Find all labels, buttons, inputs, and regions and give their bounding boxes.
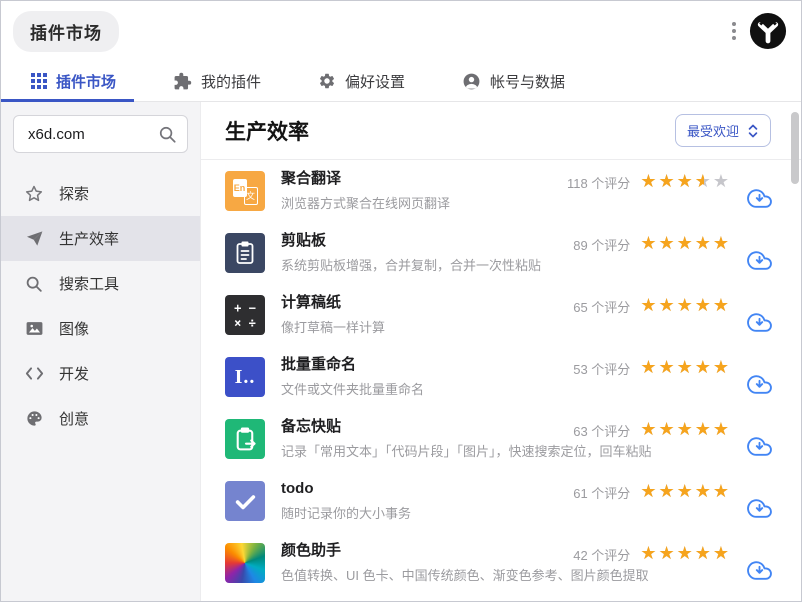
search-input[interactable] bbox=[26, 124, 158, 144]
active-tab-indicator bbox=[1, 99, 134, 102]
header-right bbox=[728, 12, 787, 50]
puzzle-icon bbox=[173, 72, 192, 91]
sidebar-item-search-tools[interactable]: 搜索工具 bbox=[1, 261, 200, 306]
plugin-description: 随时记录你的大小事务 bbox=[281, 506, 412, 521]
plugin-description: 文件或文件夹批量重命名 bbox=[281, 382, 425, 397]
plugin-row[interactable]: todo 随时记录你的大小事务 61 个评分 ★★★★★ ★★★★★ bbox=[201, 470, 801, 532]
plugin-name: 聚合翻译 bbox=[281, 170, 342, 187]
plugin-row[interactable]: 文 En 聚合翻译 浏览器方式聚合在线网页翻译 118 个评分 ★★★★★ ★★★… bbox=[201, 160, 801, 222]
plugin-row[interactable]: 剪贴板 系统剪贴板增强，合并复制，合并一次性粘贴 89 个评分 ★★★★★ ★★… bbox=[201, 222, 801, 284]
memo-paste-icon bbox=[225, 419, 265, 459]
cloud-download-icon[interactable] bbox=[746, 558, 773, 583]
rating-count: 89 个评分 bbox=[573, 237, 631, 253]
plugin-name: 备忘快贴 bbox=[281, 418, 342, 435]
sidebar-item-explore[interactable]: 探索 bbox=[1, 171, 200, 216]
sort-dropdown[interactable]: 最受欢迎 bbox=[674, 114, 771, 147]
sidebar-item-productivity[interactable]: 生产效率 bbox=[1, 216, 200, 261]
star-outline-icon bbox=[24, 184, 44, 204]
rating-count: 65 个评分 bbox=[573, 299, 631, 315]
rating-count: 61 个评分 bbox=[573, 485, 631, 501]
star-rating: ★★★★★ ★★★★★ bbox=[640, 357, 731, 378]
search-icon bbox=[24, 275, 44, 293]
cloud-download-icon[interactable] bbox=[746, 186, 773, 211]
main-header: 生产效率 最受欢迎 bbox=[201, 102, 801, 160]
plugin-description: 色值转换、UI 色卡、中国传统颜色、渐变色参考、图片颜色提取 bbox=[281, 568, 649, 583]
star-rating: ★★★★★ ★★★★★ bbox=[640, 171, 731, 192]
plugin-description: 系统剪贴板增强，合并复制，合并一次性粘贴 bbox=[281, 258, 542, 273]
tab-bar: 插件市场 我的插件 偏好设置 帐号与数据 bbox=[1, 61, 801, 102]
cloud-download-icon[interactable] bbox=[746, 310, 773, 335]
sidebar-item-develop[interactable]: 开发 bbox=[1, 351, 200, 396]
plugin-row[interactable]: 备忘快贴 记录「常用文本」「代码片段」「图片」，快速搜索定位，回车粘贴 63 个… bbox=[201, 408, 801, 470]
plugin-description: 像打草稿一样计算 bbox=[281, 320, 386, 335]
search-icon[interactable] bbox=[158, 125, 177, 144]
app-window: 插件市场 插件市场 我的插件 偏好设置 帐号与数据 x6d.com 探索 生产效… bbox=[0, 0, 802, 602]
sidebar-item-image[interactable]: 图像 bbox=[1, 306, 200, 351]
clipboard-icon bbox=[225, 233, 265, 273]
plugin-name: 计算稿纸 bbox=[281, 294, 342, 311]
palette-icon bbox=[24, 409, 44, 428]
scrollbar-thumb[interactable] bbox=[791, 112, 799, 184]
rating-count: 53 个评分 bbox=[573, 361, 631, 377]
star-rating: ★★★★★ ★★★★★ bbox=[640, 233, 731, 254]
page-title: 生产效率 bbox=[225, 120, 309, 144]
image-icon bbox=[24, 319, 44, 338]
color-wheel-icon bbox=[225, 543, 265, 583]
sidebar: 探索 生产效率 搜索工具 图像 开发 创 bbox=[1, 102, 201, 601]
star-rating: ★★★★★ ★★★★★ bbox=[640, 295, 731, 316]
search-box[interactable] bbox=[13, 115, 188, 153]
plugin-name: 剪贴板 bbox=[281, 232, 327, 249]
plugin-description: 记录「常用文本」「代码片段」「图片」，快速搜索定位，回车粘贴 bbox=[281, 444, 652, 459]
plugin-name: todo bbox=[281, 480, 314, 497]
utools-logo-icon bbox=[749, 12, 787, 50]
gear-icon bbox=[318, 72, 336, 90]
cloud-download-icon[interactable] bbox=[746, 372, 773, 397]
category-nav: 探索 生产效率 搜索工具 图像 开发 创意 bbox=[1, 171, 200, 441]
rating-count: 63 个评分 bbox=[573, 423, 631, 439]
tab-market[interactable]: 插件市场 bbox=[31, 61, 116, 101]
rating-count: 118 个评分 bbox=[566, 175, 631, 191]
app-title-badge: 插件市场 bbox=[13, 10, 119, 52]
tab-preferences[interactable]: 偏好设置 bbox=[318, 61, 405, 101]
cloud-download-icon[interactable] bbox=[746, 248, 773, 273]
cloud-download-icon[interactable] bbox=[746, 434, 773, 459]
plugin-row[interactable]: 颜色助手 色值转换、UI 色卡、中国传统颜色、渐变色参考、图片颜色提取 42 个… bbox=[201, 532, 801, 594]
star-rating: ★★★★★ ★★★★★ bbox=[640, 543, 731, 564]
plugin-row[interactable]: + − × ÷ 计算稿纸 像打草稿一样计算 65 个评分 ★★★★★ ★★★★★ bbox=[201, 284, 801, 346]
kebab-menu-icon[interactable] bbox=[728, 18, 740, 44]
tab-account[interactable]: 帐号与数据 bbox=[462, 61, 565, 101]
tab-my-plugins[interactable]: 我的插件 bbox=[173, 61, 261, 101]
grid-icon bbox=[31, 73, 47, 89]
plugin-name: 批量重命名 bbox=[281, 356, 357, 373]
plugin-list: 文 En 聚合翻译 浏览器方式聚合在线网页翻译 118 个评分 ★★★★★ ★★★… bbox=[201, 160, 801, 601]
sidebar-item-creative[interactable]: 创意 bbox=[1, 396, 200, 441]
star-rating: ★★★★★ ★★★★★ bbox=[640, 481, 731, 502]
star-rating: ★★★★★ ★★★★★ bbox=[640, 419, 731, 440]
calculator-icon: + − × ÷ bbox=[225, 295, 265, 335]
rating-count: 42 个评分 bbox=[573, 547, 631, 563]
sort-arrows-icon bbox=[747, 124, 759, 138]
rename-icon: I.. bbox=[225, 357, 265, 397]
code-icon bbox=[24, 365, 44, 382]
main-panel: 生产效率 最受欢迎 文 En 聚合翻译 浏览器方式聚合在线网页翻译 118 个评… bbox=[201, 102, 801, 601]
paper-plane-icon bbox=[24, 229, 44, 248]
plugin-name: 颜色助手 bbox=[281, 542, 342, 559]
translate-icon: 文 En bbox=[225, 171, 265, 211]
checkmark-icon bbox=[225, 481, 265, 521]
cloud-download-icon[interactable] bbox=[746, 496, 773, 521]
window-header: 插件市场 bbox=[1, 1, 801, 61]
person-icon bbox=[462, 72, 481, 91]
plugin-description: 浏览器方式聚合在线网页翻译 bbox=[281, 196, 451, 211]
plugin-row[interactable]: I.. 批量重命名 文件或文件夹批量重命名 53 个评分 ★★★★★ ★★★★★ bbox=[201, 346, 801, 408]
